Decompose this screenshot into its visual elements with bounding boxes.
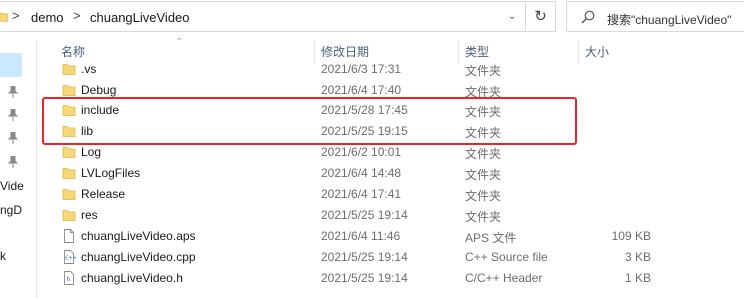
file-size: 1 KB bbox=[624, 271, 651, 285]
folder-icon bbox=[62, 62, 76, 76]
file-row[interactable]: .vs 2021/6/3 17:31 文件夹 bbox=[40, 59, 744, 80]
file-name: Release bbox=[81, 187, 126, 201]
file-type: C++ Source file bbox=[465, 250, 548, 264]
file-type: 文件夹 bbox=[465, 210, 502, 224]
file-row[interactable]: C++ chuangLiveVideo.cpp 2021/5/25 19:14 C++… bbox=[40, 247, 744, 268]
header-file-icon: h bbox=[62, 271, 76, 285]
file-modified-date: 2021/6/2 10:01 bbox=[321, 145, 402, 159]
file-type: 文件夹 bbox=[465, 189, 502, 203]
folder-icon bbox=[62, 187, 76, 201]
refresh-icon: ↻ bbox=[534, 8, 547, 25]
file-type: C/C++ Header bbox=[465, 271, 543, 285]
file-row[interactable]: chuangLiveVideo.aps 2021/6/4 11:46 APS 文件 1… bbox=[40, 226, 744, 247]
file-name: res bbox=[81, 208, 98, 222]
folder-icon bbox=[62, 145, 76, 159]
file-size: 109 KB bbox=[611, 229, 651, 243]
file-type: APS 文件 bbox=[465, 231, 517, 245]
chevron-down-icon[interactable]: ⌄ bbox=[503, 7, 521, 27]
address-toolbar: > demo > chuangLiveVideo ⌄ ↻ 搜索"chuangLi… bbox=[0, 0, 744, 33]
file-modified-date: 2021/6/4 14:48 bbox=[321, 166, 402, 180]
file-name: LVLogFiles bbox=[81, 166, 141, 180]
pin-icon[interactable] bbox=[8, 86, 18, 98]
file-name: Debug bbox=[81, 83, 117, 97]
pane-divider bbox=[36, 40, 37, 298]
file-row[interactable]: Release 2021/6/4 17:41 文件夹 bbox=[40, 184, 744, 205]
breadcrumb-separator[interactable]: > bbox=[73, 8, 81, 23]
file-name: .vs bbox=[81, 62, 97, 76]
svg-text:h: h bbox=[67, 276, 71, 283]
file-row[interactable]: h chuangLiveVideo.h 2021/5/25 19:14 C/C++ H… bbox=[40, 268, 744, 289]
highlight-box bbox=[42, 97, 577, 145]
folder-icon bbox=[0, 12, 8, 22]
pin-icon[interactable] bbox=[8, 132, 18, 144]
breadcrumb-item-demo[interactable]: demo bbox=[31, 10, 64, 25]
file-size: 3 KB bbox=[624, 250, 651, 264]
nav-item-label[interactable]: Vide bbox=[0, 179, 24, 193]
file-icon bbox=[62, 229, 76, 243]
file-modified-date: 2021/6/4 17:41 bbox=[321, 187, 402, 201]
navigation-pane: Vide ngD k bbox=[0, 33, 36, 298]
folder-icon bbox=[62, 208, 76, 222]
address-bar[interactable]: > demo > chuangLiveVideo ⌄ bbox=[0, 1, 526, 32]
nav-item-label[interactable]: ngD bbox=[0, 203, 22, 217]
svg-text:C++: C++ bbox=[65, 256, 76, 262]
nav-item-label[interactable]: k bbox=[0, 249, 6, 263]
search-icon bbox=[581, 10, 595, 24]
file-modified-date: 2021/6/4 17:40 bbox=[321, 83, 402, 97]
cpp-file-icon: C++ bbox=[62, 250, 77, 264]
file-name: Log bbox=[81, 145, 102, 159]
breadcrumb-item-current[interactable]: chuangLiveVideo bbox=[90, 10, 190, 25]
file-modified-date: 2021/5/25 19:14 bbox=[321, 250, 408, 264]
file-modified-date: 2021/5/25 19:14 bbox=[321, 208, 408, 222]
file-type: 文件夹 bbox=[465, 64, 502, 78]
file-modified-date: 2021/6/3 17:31 bbox=[321, 62, 402, 76]
folder-icon bbox=[62, 83, 76, 97]
folder-icon bbox=[62, 166, 76, 180]
file-type: 文件夹 bbox=[465, 147, 502, 161]
file-name: chuangLiveVideo.cpp bbox=[81, 250, 196, 264]
breadcrumb-separator[interactable]: > bbox=[12, 8, 20, 23]
file-name: chuangLiveVideo.h bbox=[81, 271, 183, 285]
sort-ascending-icon: ˆ bbox=[177, 37, 182, 47]
file-modified-date: 2021/6/4 11:46 bbox=[321, 229, 401, 243]
nav-selected-item[interactable] bbox=[0, 53, 22, 77]
file-modified-date: 2021/5/25 19:14 bbox=[321, 271, 408, 285]
file-row[interactable]: res 2021/5/25 19:14 文件夹 bbox=[40, 205, 744, 226]
pin-icon[interactable] bbox=[8, 109, 18, 121]
search-box[interactable]: 搜索"chuangLiveVideo" bbox=[566, 1, 744, 32]
pin-icon[interactable] bbox=[8, 156, 18, 168]
search-input[interactable]: 搜索"chuangLiveVideo" bbox=[607, 11, 731, 28]
file-type: 文件夹 bbox=[465, 168, 502, 182]
file-name: chuangLiveVideo.aps bbox=[81, 229, 196, 243]
refresh-button[interactable]: ↻ bbox=[526, 1, 556, 32]
file-row[interactable]: Log 2021/6/2 10:01 文件夹 bbox=[40, 142, 744, 163]
file-row[interactable]: LVLogFiles 2021/6/4 14:48 文件夹 bbox=[40, 163, 744, 184]
